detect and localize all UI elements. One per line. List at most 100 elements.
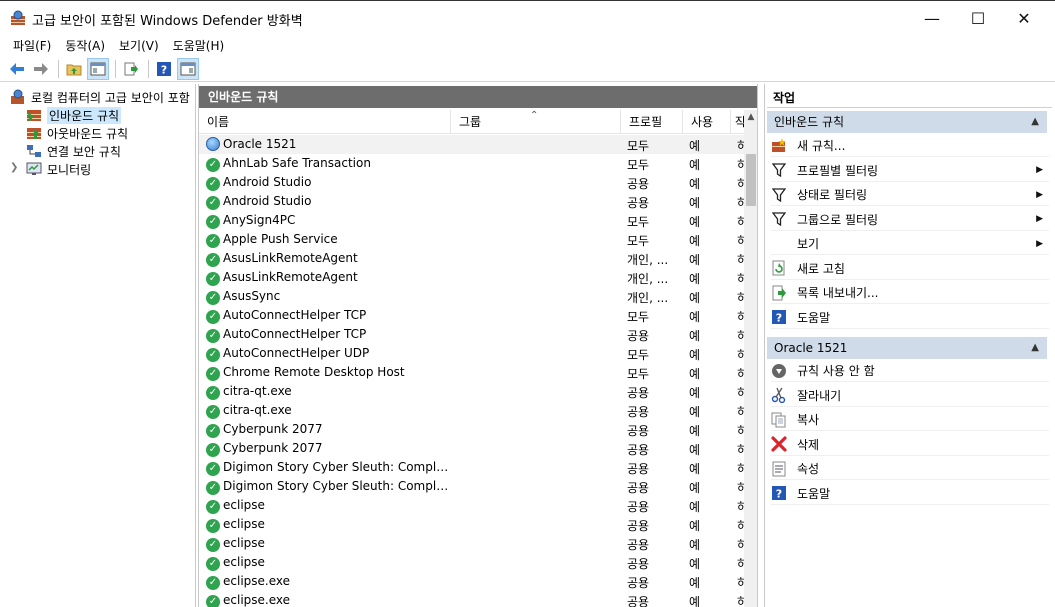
section-inbound-rules[interactable]: 인바운드 규칙 ▲ [767, 111, 1047, 133]
action-label: 새로 고침 [797, 261, 845, 276]
rule-enabled: 예 [689, 196, 701, 210]
action-item[interactable]: 새 규칙... [771, 135, 1049, 157]
rule-name: eclipse.exe [223, 593, 291, 607]
console-tree-icon [90, 62, 106, 75]
table-row[interactable]: ✓eclipse 공용 예 허 [199, 553, 744, 572]
menu-view[interactable]: 보기(V) [112, 37, 166, 54]
export-list-button[interactable] [120, 58, 142, 80]
action-item[interactable]: 속성 [771, 458, 1049, 480]
table-row[interactable]: ✓Apple Push Service 모두 예 허 [199, 230, 744, 249]
rule-action: 허 [737, 346, 744, 363]
table-row[interactable]: Oracle 1521 모두 예 허 [199, 135, 744, 154]
table-row[interactable]: ✓Cyberpunk 2077 공용 예 허 [199, 420, 744, 439]
show-hide-tree-button[interactable] [87, 57, 109, 80]
menu-file[interactable]: 파일(F) [6, 37, 58, 54]
table-row[interactable]: ✓AutoConnectHelper UDP 모두 예 허 [199, 344, 744, 363]
action-item[interactable]: 목록 내보내기... [771, 282, 1049, 304]
rule-name: eclipse [223, 555, 265, 569]
maximize-button[interactable]: ☐ [955, 1, 1001, 35]
menu-action[interactable]: 동작(A) [58, 37, 112, 54]
menu-bar: 파일(F) 동작(A) 보기(V) 도움말(H) [0, 34, 1055, 56]
table-row[interactable]: ✓citra-qt.exe 공용 예 허 [199, 401, 744, 420]
rule-action: 허 [737, 555, 744, 572]
menu-help[interactable]: 도움말(H) [166, 37, 232, 54]
action-label: 상태로 필터링 [797, 188, 868, 202]
action-item[interactable]: ? 도움말 [771, 483, 1049, 505]
table-row[interactable]: ✓AsusSync 개인, ... 예 허 [199, 287, 744, 306]
table-row[interactable]: ✓ Digimon Story Cyber Sleuth: Complete ..… [199, 477, 744, 496]
table-row[interactable]: ✓eclipse 공용 예 허 [199, 515, 744, 534]
close-button[interactable]: ✕ [1001, 1, 1047, 35]
rule-action: 허 [737, 498, 744, 515]
table-row[interactable]: ✓AutoConnectHelper TCP 공용 예 허 [199, 325, 744, 344]
forward-button[interactable] [30, 58, 52, 80]
table-row[interactable]: ✓eclipse 공용 예 허 [199, 534, 744, 553]
back-button[interactable] [6, 58, 28, 80]
action-item[interactable]: 잘라내기 [771, 385, 1049, 407]
rule-action: 허 [737, 232, 744, 249]
table-row[interactable]: ✓eclipse 공용 예 허 [199, 496, 744, 515]
up-folder-button[interactable] [63, 58, 85, 80]
show-hide-action-pane-button[interactable] [177, 57, 199, 80]
action-item[interactable]: 규칙 사용 안 함 [771, 360, 1049, 382]
action-item[interactable]: 삭제 [771, 434, 1049, 456]
help-button[interactable]: ? [153, 58, 175, 80]
firewall-app-icon [11, 10, 25, 25]
table-row[interactable]: ✓Cyberpunk 2077 공용 예 허 [199, 439, 744, 458]
rule-profile: 공용 [627, 538, 650, 552]
rule-name: AsusSync [223, 289, 281, 303]
rule-enabled: 예 [689, 253, 701, 267]
action-item[interactable]: 상태로 필터링 ▶ [771, 184, 1049, 206]
tree-item-connection-security-rules[interactable]: 연결 보안 규칙 [26, 142, 121, 160]
table-row[interactable]: ✓AsusLinkRemoteAgent 개인, ... 예 허 [199, 268, 744, 287]
rule-name: Apple Push Service [223, 232, 338, 246]
actions-pane: 작업 인바운드 규칙 ▲ Oracle 1521 ▲ 새 규칙... 프로필별 필… [764, 84, 1055, 607]
table-row[interactable]: ✓AhnLab Safe Transaction 모두 예 허 [199, 154, 744, 173]
tree-item-outbound-rules[interactable]: 아웃바운드 규칙 [26, 124, 128, 142]
table-row[interactable]: ✓AutoConnectHelper TCP 모두 예 허 [199, 306, 744, 325]
table-row[interactable]: ✓eclipse.exe 공용 예 허 [199, 591, 744, 607]
tree-item-monitoring[interactable]: 모니터링 [26, 160, 91, 178]
action-item[interactable]: 보기 ▶ [771, 233, 1049, 255]
tree-item-inbound-rules[interactable]: 인바운드 규칙 [26, 106, 122, 124]
table-row[interactable]: ✓ Digimon Story Cyber Sleuth: Complete ..… [199, 458, 744, 477]
collapse-caret-icon[interactable]: ▲ [1031, 337, 1039, 359]
table-row[interactable]: ✓AnySign4PC 모두 예 허 [199, 211, 744, 230]
expand-monitoring-chevron-icon[interactable]: ❯ [10, 162, 18, 173]
action-label: 삭제 [797, 437, 820, 452]
blank-icon [771, 236, 787, 252]
column-header-enabled[interactable]: 사용 [683, 110, 731, 134]
rule-action: 허 [737, 517, 744, 534]
table-row[interactable]: ✓Android Studio 공용 예 허 [199, 192, 744, 211]
column-header-action[interactable]: 작 [731, 110, 745, 134]
enabled-check-icon: ✓ [206, 365, 220, 381]
vertical-scrollbar[interactable]: ▲ [744, 110, 757, 607]
section-selected-rule[interactable]: Oracle 1521 ▲ [767, 337, 1047, 359]
minimize-button[interactable]: — [909, 1, 955, 35]
table-row[interactable]: ✓eclipse.exe 공용 예 허 [199, 572, 744, 591]
column-header-profile[interactable]: 프로필 [621, 110, 683, 134]
toolbar-separator [58, 59, 59, 78]
scroll-up-icon[interactable]: ▲ [744, 112, 757, 126]
table-row[interactable]: ✓Android Studio 공용 예 허 [199, 173, 744, 192]
collapse-caret-icon[interactable]: ▲ [1031, 111, 1039, 133]
action-item[interactable]: 프로필별 필터링 ▶ [771, 160, 1049, 182]
action-item[interactable]: 복사 [771, 409, 1049, 431]
rule-name: Oracle 1521 [223, 137, 297, 151]
tree-root[interactable]: 로컬 컴퓨터의 고급 보안이 포함 [10, 88, 190, 106]
table-row[interactable]: ✓Chrome Remote Desktop Host 모두 예 허 [199, 363, 744, 382]
svg-text:?: ? [161, 63, 167, 76]
rule-enabled: 예 [689, 139, 701, 153]
enabled-check-icon: ✓ [206, 517, 220, 533]
table-row[interactable]: ✓citra-qt.exe 공용 예 허 [199, 382, 744, 401]
action-pane-icon [180, 62, 196, 75]
connection-security-icon [27, 145, 41, 157]
scrollbar-thumb[interactable] [746, 154, 756, 206]
action-item[interactable]: 새로 고침 [771, 258, 1049, 280]
column-header-name[interactable]: 이름 [199, 110, 451, 134]
action-item[interactable]: 그룹으로 필터링 ▶ [771, 209, 1049, 231]
submenu-arrow-icon: ▶ [1036, 165, 1043, 175]
action-item[interactable]: ? 도움말 [771, 307, 1049, 329]
table-row[interactable]: ✓AsusLinkRemoteAgent 개인, ... 예 허 [199, 249, 744, 268]
outbound-rules-icon [27, 128, 41, 139]
